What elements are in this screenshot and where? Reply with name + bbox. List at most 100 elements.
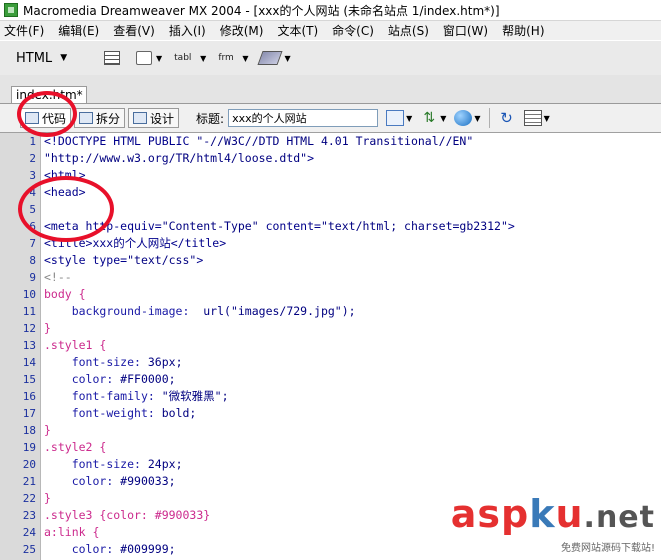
split-view-label: 拆分	[96, 111, 121, 126]
code-line[interactable]: 19 .style2 {	[0, 439, 661, 456]
line-number: 11	[22, 305, 36, 318]
code-text: font-family: "微软雅黑";	[71, 389, 229, 403]
split-view-button[interactable]: 拆分	[74, 108, 126, 128]
code-text: a:link {	[44, 525, 100, 539]
title-bar: Macromedia Dreamweaver MX 2004 - [xxx的个人…	[0, 0, 661, 21]
code-text: .style2 {	[44, 440, 107, 454]
menu-file[interactable]: 文件(F)	[0, 22, 51, 39]
code-line[interactable]: 1 <!DOCTYPE HTML PUBLIC "-//W3C//DTD HTML…	[0, 133, 661, 150]
line-number: 22	[22, 492, 36, 505]
check-icon	[386, 110, 405, 126]
chevron-down-icon: ▼	[156, 53, 163, 63]
validate-button[interactable]: ▼	[386, 110, 412, 126]
line-number: 15	[22, 373, 36, 386]
insert-tag-button[interactable]: ▼	[257, 51, 291, 65]
line-number: 19	[22, 441, 36, 454]
code-text: "http://www.w3.org/TR/html4/loose.dtd">	[44, 151, 315, 165]
tag-chooser-icon	[257, 51, 284, 65]
line-number: 2	[29, 152, 36, 165]
menu-help[interactable]: 帮助(H)	[495, 22, 551, 39]
code-line[interactable]: 11 background-image: url("images/729.jpg…	[0, 303, 661, 320]
up-down-arrows-icon: ⇅	[423, 110, 436, 126]
code-line[interactable]: 14 font-size: 36px;	[0, 354, 661, 371]
line-number: 3	[29, 169, 36, 182]
chevron-down-icon: ▼	[200, 53, 207, 63]
insert-frm-button[interactable]: frm ▼	[218, 53, 248, 63]
code-line[interactable]: 15 color: #FF0000;	[0, 371, 661, 388]
code-line[interactable]: 12}	[0, 320, 661, 337]
code-text: color: #990033;	[71, 474, 176, 488]
line-number: 8	[29, 254, 36, 267]
split-view-icon	[79, 112, 94, 124]
code-line[interactable]: 7 <title>xxx的个人网站</title>	[0, 235, 661, 252]
code-text: body {	[44, 287, 86, 301]
line-number: 24	[22, 526, 36, 539]
code-line[interactable]: 10 body {	[0, 286, 661, 303]
insert-table-button[interactable]	[104, 51, 124, 65]
insert-category-label: HTML	[16, 50, 53, 66]
dreamweaver-app-icon	[4, 3, 18, 17]
refresh-icon: ↻	[500, 109, 513, 127]
code-text: color: #009999;	[71, 542, 176, 556]
menu-insert[interactable]: 插入(I)	[162, 22, 213, 39]
code-text: <!DOCTYPE HTML PUBLIC "-//W3C//DTD HTML …	[44, 134, 474, 148]
code-line[interactable]: 8 <style type="text/css">	[0, 252, 661, 269]
line-number: 25	[22, 543, 36, 556]
watermark-subtitle: 免费网站源码下载站!	[560, 543, 655, 554]
code-line[interactable]: 13 .style1 {	[0, 337, 661, 354]
menu-view[interactable]: 查看(V)	[106, 22, 162, 39]
design-view-label: 设计	[150, 111, 175, 126]
globe-icon	[454, 110, 473, 126]
code-line[interactable]: 3 <html>	[0, 167, 661, 184]
refresh-button[interactable]: ↻	[498, 110, 516, 126]
menu-site[interactable]: 站点(S)	[381, 22, 436, 39]
document-tab-strip	[0, 86, 661, 104]
menu-commands[interactable]: 命令(C)	[325, 22, 381, 39]
page-title-input[interactable]	[228, 109, 379, 127]
line-number: 9	[29, 271, 36, 284]
file-management-button[interactable]: ⇅ ▼	[420, 110, 446, 126]
insert-tabl-button[interactable]: tabl ▼	[174, 53, 206, 63]
toolbar-divider	[488, 108, 490, 128]
chevron-down-icon: ▼	[440, 113, 447, 123]
menu-text[interactable]: 文本(T)	[270, 22, 325, 39]
annotation-circle-head-meta	[18, 176, 114, 242]
code-line[interactable]: 17 font-weight: bold;	[0, 405, 661, 422]
insert-image-button[interactable]: ▼	[136, 51, 162, 65]
code-text: }	[44, 423, 51, 437]
code-text: font-weight: bold;	[71, 406, 197, 420]
menu-edit[interactable]: 编辑(E)	[51, 22, 106, 39]
chevron-down-icon: ▼	[60, 53, 68, 63]
tabl-icon: tabl	[174, 53, 192, 63]
chevron-down-icon: ▼	[474, 113, 481, 123]
code-text: font-size: 36px;	[71, 355, 183, 369]
insert-category-select[interactable]: HTML ▼	[16, 51, 104, 66]
line-number: 18	[22, 424, 36, 437]
line-number: 14	[22, 356, 36, 369]
design-view-button[interactable]: 设计	[128, 108, 180, 128]
line-number: 1	[29, 135, 36, 148]
chevron-down-icon: ▼	[543, 113, 550, 123]
chevron-down-icon: ▼	[242, 53, 249, 63]
line-number: 23	[22, 509, 36, 522]
menu-window[interactable]: 窗口(W)	[436, 22, 495, 39]
line-number: 17	[22, 407, 36, 420]
code-line[interactable]: 21 color: #990033;	[0, 473, 661, 490]
code-line[interactable]: 16 font-family: "微软雅黑";	[0, 388, 661, 405]
menu-bar: 文件(F) 编辑(E) 查看(V) 插入(I) 修改(M) 文本(T) 命令(C…	[0, 21, 661, 40]
code-line[interactable]: 9 <!--	[0, 269, 661, 286]
site-watermark: aspku.net 免费网站源码下载站!	[451, 495, 655, 554]
preview-browser-button[interactable]: ▼	[454, 110, 481, 126]
design-view-icon	[133, 112, 148, 124]
code-text: color: #FF0000;	[71, 372, 176, 386]
code-text: }	[44, 321, 51, 335]
table-icon	[104, 51, 120, 65]
line-number: 10	[22, 288, 36, 301]
code-line[interactable]: 2 "http://www.w3.org/TR/html4/loose.dtd">	[0, 150, 661, 167]
code-text: <meta http-equiv="Content-Type" content=…	[44, 219, 515, 233]
view-options-button[interactable]: ▼	[523, 110, 550, 126]
code-line[interactable]: 20 font-size: 24px;	[0, 456, 661, 473]
image-icon	[136, 51, 152, 65]
code-line[interactable]: 18}	[0, 422, 661, 439]
menu-modify[interactable]: 修改(M)	[213, 22, 271, 39]
